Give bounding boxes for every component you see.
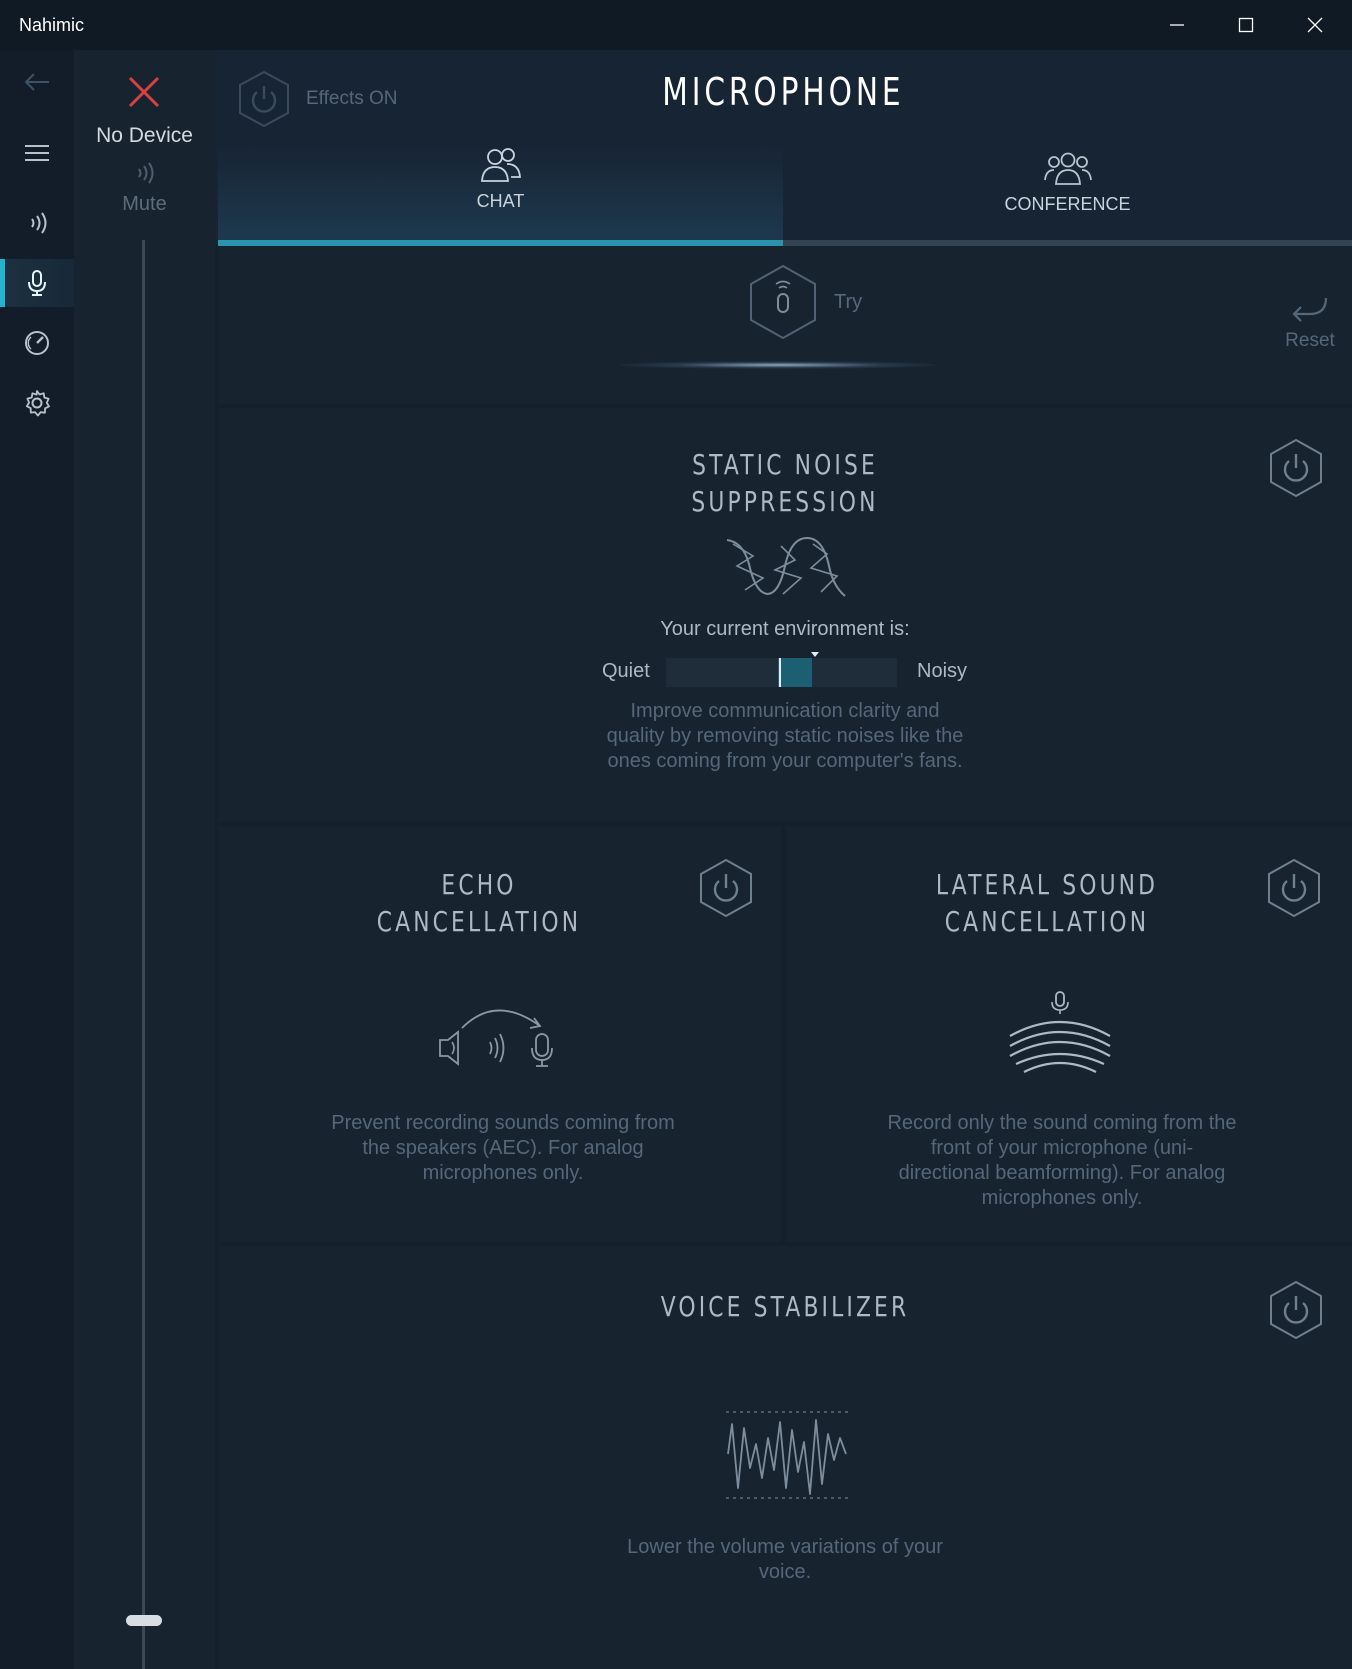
app-title: Nahimic xyxy=(19,15,85,35)
gear-icon xyxy=(25,390,50,417)
voice-stabilizer-description: Lower the volume variations of your voic… xyxy=(627,1536,943,1583)
static-noise-title-line1: STATIC NOISE xyxy=(692,448,878,481)
quiet-label: Quiet xyxy=(602,660,650,682)
environment-slider-thumb[interactable] xyxy=(779,658,781,687)
lateral-beamforming-icon xyxy=(1009,991,1111,1073)
no-device-x-icon xyxy=(128,76,160,108)
echo-icon xyxy=(439,1009,553,1067)
environment-marker xyxy=(811,652,819,657)
lateral-title-line2: CANCELLATION xyxy=(944,905,1150,938)
environment-prompt: Your current environment is: xyxy=(660,618,910,640)
lateral-description: Record only the sound coming from the fr… xyxy=(887,1112,1237,1209)
hamburger-menu-icon xyxy=(25,145,49,161)
echo-title-line1: ECHO xyxy=(441,868,517,901)
echo-title: ECHO CANCELLATION xyxy=(275,866,682,940)
reset-button[interactable]: Reset xyxy=(1270,296,1350,352)
try-label: Try xyxy=(834,290,863,313)
tab-chat-label: CHAT xyxy=(476,191,525,211)
lateral-title-line1: LATERAL SOUND xyxy=(935,868,1159,901)
echo-description: Prevent recording sounds coming from the… xyxy=(331,1112,675,1184)
voice-stabilizer-waveform-icon xyxy=(726,1411,848,1499)
title-bar: Nahimic xyxy=(0,0,1352,50)
power-icon xyxy=(239,70,289,128)
voice-stabilizer-title: VOICE STABILIZER xyxy=(660,1290,910,1323)
chat-users-icon xyxy=(480,148,521,182)
radar-icon xyxy=(25,331,49,355)
try-waveform-glow xyxy=(618,361,938,369)
tab-chat[interactable]: CHAT xyxy=(218,145,783,245)
volume-slider-thumb[interactable] xyxy=(126,1615,162,1626)
nav-sound-tracker[interactable] xyxy=(0,319,74,367)
tab-conference-label: CONFERENCE xyxy=(1004,194,1131,214)
device-panel: No Device Mute xyxy=(74,50,215,1669)
lateral-sound-card: LATERAL SOUND CANCELLATION Record only t… xyxy=(786,826,1352,1242)
volume-slider-track[interactable] xyxy=(142,240,145,1669)
lateral-power-toggle[interactable] xyxy=(1266,858,1322,918)
static-noise-title: STATIC NOISE SUPPRESSION xyxy=(343,446,1228,520)
try-button[interactable]: Try xyxy=(748,264,862,340)
nav-menu[interactable] xyxy=(0,129,74,177)
close-button[interactable] xyxy=(1281,0,1349,50)
static-noise-power-toggle[interactable] xyxy=(1268,438,1324,498)
maximize-button[interactable] xyxy=(1212,0,1280,50)
nav-microphone[interactable] xyxy=(0,259,74,307)
static-noise-card: STATIC NOISE SUPPRESSION Your current en… xyxy=(218,408,1352,822)
mute-button[interactable]: Mute xyxy=(74,193,215,216)
minimize-icon xyxy=(1170,24,1184,26)
mute-sound-icon[interactable] xyxy=(134,158,156,188)
noisy-label: Noisy xyxy=(917,660,968,682)
header: Effects ON MICROPHONE CHAT CONFERENCE xyxy=(215,50,1352,246)
tab-conference[interactable]: CONFERENCE xyxy=(783,150,1352,250)
nav-rail xyxy=(0,50,74,1669)
voice-stabilizer-card: VOICE STABILIZER Lower the volume variat… xyxy=(218,1246,1352,1669)
reset-label: Reset xyxy=(1285,330,1335,351)
page-title: MICROPHONE xyxy=(662,70,905,114)
sound-waves-icon xyxy=(31,212,47,234)
voice-stabilizer-power-toggle[interactable] xyxy=(1268,1280,1324,1340)
try-microphone-icon xyxy=(750,264,816,340)
main-content: Effects ON MICROPHONE CHAT CONFERENCE Tr… xyxy=(215,50,1352,1669)
nav-audio[interactable] xyxy=(0,199,74,247)
static-noise-icon xyxy=(726,536,846,597)
close-icon xyxy=(1307,17,1323,33)
microphone-icon xyxy=(28,270,46,296)
try-panel: Try Reset xyxy=(218,246,1352,404)
echo-power-toggle[interactable] xyxy=(698,858,754,918)
echo-title-line2: CANCELLATION xyxy=(376,905,582,938)
echo-cancellation-card: ECHO CANCELLATION Prevent recording soun… xyxy=(218,826,781,1242)
back-arrow-icon xyxy=(24,73,49,91)
device-name: No Device xyxy=(96,124,193,147)
lateral-title: LATERAL SOUND CANCELLATION xyxy=(843,866,1250,940)
minimize-button[interactable] xyxy=(1143,0,1211,50)
maximize-icon xyxy=(1238,17,1254,33)
nav-back[interactable] xyxy=(0,58,74,106)
environment-slider-fill xyxy=(778,658,812,687)
reset-arrow-icon xyxy=(1292,297,1328,322)
static-noise-description: Improve communication clarity and qualit… xyxy=(606,700,964,772)
conference-users-icon xyxy=(1043,152,1092,185)
static-noise-title-line2: SUPPRESSION xyxy=(691,485,879,518)
nav-settings[interactable] xyxy=(0,379,74,427)
environment-slider[interactable] xyxy=(666,658,897,687)
